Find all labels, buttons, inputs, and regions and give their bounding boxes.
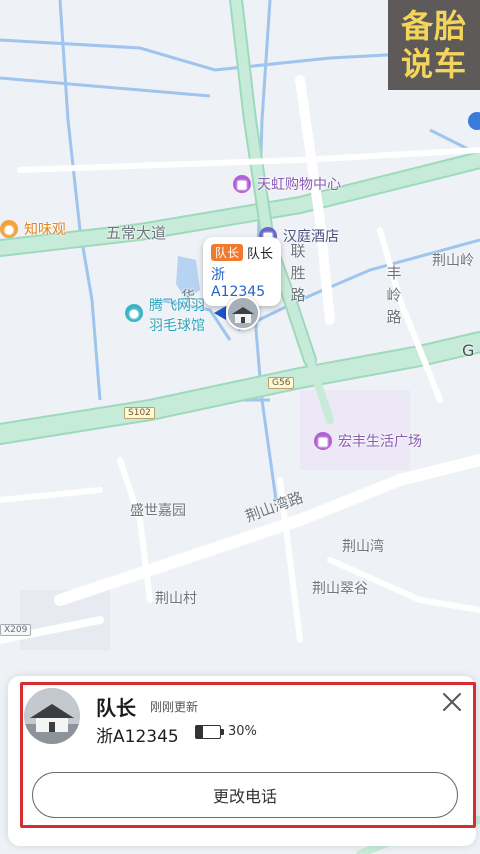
watermark-line1: 备胎 <box>400 7 467 45</box>
place-jingshanwan: 荆山湾 <box>342 539 384 555</box>
poi-tianhong-label: 天虹购物中心 <box>257 177 341 193</box>
watermark-logo: 备胎 说车 <box>388 0 480 90</box>
badminton-icon: ● <box>125 304 143 322</box>
driver-plate: 浙A12345 <box>96 727 179 747</box>
food-icon: ● <box>0 220 18 238</box>
update-status: 刚刚更新 <box>150 700 199 714</box>
road-badge-g-edge: G <box>462 341 475 360</box>
driver-name: 队长 <box>96 696 136 720</box>
road-label-wuchang: 五常大道 <box>106 224 167 242</box>
shopping-bag-icon: ■ <box>233 175 251 193</box>
driver-info-card <box>8 676 476 846</box>
road-badge-s102: S102 <box>124 407 155 419</box>
road-label-fengling: 丰岭路 <box>386 264 402 326</box>
watermark-line2: 说车 <box>400 45 467 83</box>
poi-tengfei-line2: 羽毛球馆 <box>149 318 205 334</box>
change-phone-button[interactable]: 更改电话 <box>32 772 458 818</box>
poi-edge-icon[interactable] <box>468 112 480 130</box>
poi-tianhong[interactable]: ■ 天虹购物中心 <box>233 174 341 194</box>
road-label-lian: 联胜路 <box>290 242 306 304</box>
battery-nub <box>221 729 224 735</box>
shopping-bag-icon: ■ <box>314 432 332 450</box>
place-jingshanling: 荆山岭 <box>432 253 474 269</box>
road-badge-x209: X209 <box>0 624 32 636</box>
place-shengshi: 盛世嘉园 <box>130 503 186 519</box>
vehicle-avatar[interactable] <box>226 296 260 330</box>
close-icon[interactable] <box>440 690 464 714</box>
poi-tengfei[interactable]: ● 腾飞网羽 羽毛球馆 <box>125 296 205 336</box>
poi-tengfei-line1: 腾飞网羽 <box>149 298 205 314</box>
battery-fill <box>196 726 204 738</box>
place-jingshancui: 荆山翠谷 <box>312 581 368 597</box>
poi-hanting-label: 汉庭酒店 <box>283 229 339 245</box>
poi-zhiweiguan[interactable]: ● 知味观 <box>0 219 66 239</box>
place-jingshancun: 荆山村 <box>155 591 197 607</box>
poi-hongfeng[interactable]: ■ 宏丰生活广场 <box>314 431 422 451</box>
marker-name: 队长 <box>247 247 274 262</box>
marker-plate: 浙A12345 <box>211 267 266 300</box>
battery-icon <box>195 725 221 739</box>
heading-arrow-icon <box>214 306 226 320</box>
poi-hongfeng-label: 宏丰生活广场 <box>338 434 422 450</box>
poi-zhiweiguan-label: 知味观 <box>24 222 66 238</box>
road-badge-g56: G56 <box>268 377 295 389</box>
battery-percent: 30% <box>228 724 257 739</box>
role-tag: 队长 <box>211 244 243 261</box>
driver-avatar <box>24 688 80 744</box>
